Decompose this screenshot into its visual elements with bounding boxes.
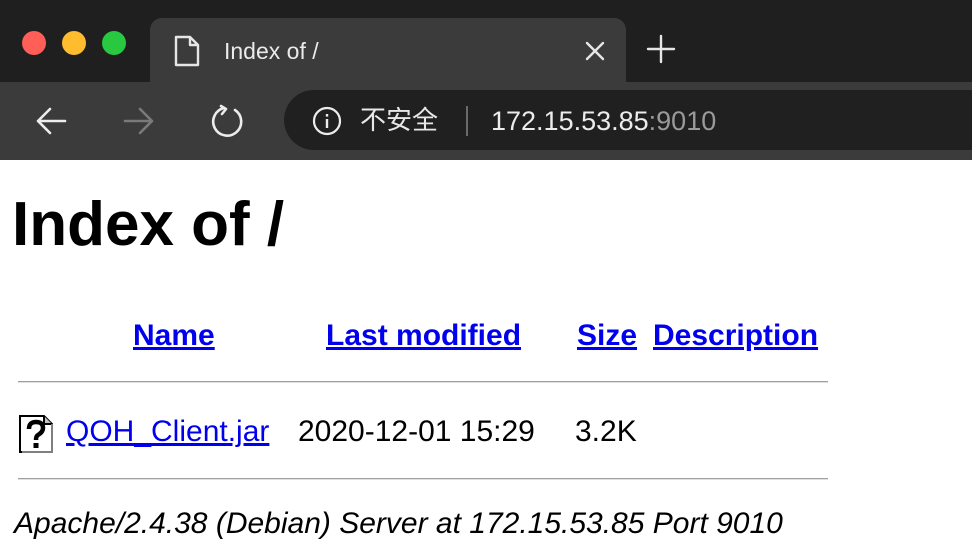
sort-by-size-link[interactable]: Size (577, 318, 637, 354)
horizontal-rule (18, 478, 828, 480)
server-signature: Apache/2.4.38 (Debian) Server at 172.15.… (14, 507, 783, 540)
close-window-button[interactable] (22, 31, 46, 55)
security-status-label[interactable]: 不安全 (360, 106, 438, 136)
url-port: :9010 (648, 106, 717, 136)
reload-icon[interactable] (211, 104, 245, 138)
info-icon[interactable] (312, 106, 342, 136)
address-bar[interactable]: 不安全 172.15.53.85:9010 (284, 90, 972, 150)
close-icon[interactable] (583, 39, 607, 63)
active-tab[interactable]: Index of / (150, 18, 626, 82)
tab-strip: Index of / (0, 0, 972, 82)
page-content: Index of / Name Last modified Size Descr… (0, 160, 972, 546)
file-last-modified: 2020-12-01 15:29 (298, 415, 535, 448)
document-icon (174, 35, 200, 67)
browser-toolbar: 不安全 172.15.53.85:9010 (0, 82, 972, 160)
tab-title: Index of / (224, 38, 319, 64)
horizontal-rule (18, 381, 828, 383)
file-link[interactable]: QOH_Client.jar (66, 414, 269, 450)
omnibox-separator (466, 106, 468, 136)
arrow-right-icon[interactable] (122, 104, 156, 138)
url-text[interactable]: 172.15.53.85:9010 (491, 105, 716, 137)
zoom-window-button[interactable] (102, 31, 126, 55)
table-row: QOH_Client.jar 2020-12-01 15:29 3.2K (18, 410, 838, 454)
arrow-left-icon[interactable] (34, 104, 68, 138)
sort-by-last-modified-link[interactable]: Last modified (326, 318, 521, 354)
url-host: 172.15.53.85 (491, 106, 649, 136)
unknown-file-icon (19, 415, 53, 453)
sort-by-name-link[interactable]: Name (133, 318, 215, 354)
plus-icon[interactable] (646, 34, 676, 64)
minimize-window-button[interactable] (62, 31, 86, 55)
page-title: Index of / (12, 190, 285, 259)
file-size: 3.2K (575, 415, 637, 448)
sort-by-description-link[interactable]: Description (653, 318, 818, 354)
